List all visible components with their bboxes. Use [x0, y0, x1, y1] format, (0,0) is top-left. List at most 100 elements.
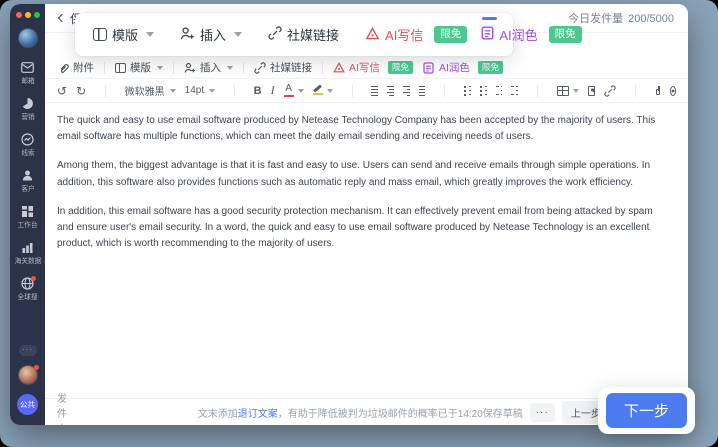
divider: [243, 62, 244, 74]
pie-chart-icon: [21, 97, 34, 110]
public-badge[interactable]: 公共: [17, 394, 38, 415]
align-center-button[interactable]: [387, 86, 394, 96]
font-size-select[interactable]: 14pt: [185, 85, 215, 96]
template-button[interactable]: 模版: [115, 60, 163, 75]
sidebar-item-customers[interactable]: 客户: [21, 169, 35, 194]
ai-write-button-highlight[interactable]: AI写信 限免: [365, 25, 467, 44]
image-button[interactable]: [588, 86, 595, 96]
onboarding-step-indicator: [482, 17, 497, 20]
caret-down-icon: [234, 32, 242, 37]
bullet-list-button[interactable]: [464, 86, 471, 96]
italic-button[interactable]: I: [271, 83, 275, 98]
format-bar: ↺ ↻ 微软雅黑 14pt B I A: [45, 78, 688, 103]
divider: [444, 85, 445, 97]
minimize-button[interactable]: [25, 12, 31, 18]
ai-polish-button[interactable]: AI润色 限免: [423, 60, 503, 75]
caret-down-icon: [170, 89, 176, 93]
bar-chart-icon: [21, 241, 34, 254]
free-badge: 限免: [434, 26, 467, 43]
outdent-button[interactable]: [496, 86, 503, 96]
align-right-button[interactable]: [403, 86, 410, 96]
table-icon: [557, 86, 569, 96]
social-link-button-highlight[interactable]: 社媒链接: [268, 25, 339, 44]
align-justify-button[interactable]: [419, 86, 426, 96]
tip-prefix: 文末添加: [198, 409, 238, 420]
redo-button[interactable]: ↻: [76, 85, 86, 97]
sidebar-item-leads[interactable]: 线索: [21, 133, 35, 158]
insert-link-button[interactable]: [604, 85, 616, 97]
tip-suffix: ，有助于降低被判为垃圾邮件的概率: [278, 409, 438, 420]
app-window: 邮箱 营销 线索 客户: [10, 4, 688, 425]
notification-dot: [31, 276, 36, 281]
zoom-button[interactable]: [34, 12, 40, 18]
sender-label: 发件人:: [57, 390, 70, 426]
close-button[interactable]: [16, 12, 22, 18]
unsubscribe-copy-link[interactable]: 退订文案: [238, 409, 278, 420]
workbench-grid-icon: [21, 205, 34, 218]
caret-down-icon: [157, 66, 163, 70]
social-link-button[interactable]: 社媒链接: [254, 60, 312, 75]
ai-polish-icon: [423, 62, 435, 74]
sidebar-item-label: 工作台: [18, 220, 38, 230]
more-actions-button[interactable]: ···: [530, 403, 555, 422]
sidebar-item-global-search[interactable]: 全球搜: [17, 277, 38, 302]
footer-bar: 发件人: 文末添加退订文案，有助于降低被判为垃圾邮件的概率 已于14:20保存草…: [45, 398, 688, 425]
attachment-button[interactable]: 附件: [57, 60, 94, 75]
quota-label: 今日发件量: [568, 13, 623, 25]
print-button[interactable]: [655, 86, 661, 96]
ai-write-label: AI写信: [385, 25, 423, 44]
editor-toolbar: 附件 模版 插入 社媒链接: [45, 57, 688, 78]
ai-polish-button-highlight[interactable]: AI润色 限免: [481, 25, 581, 44]
font-family-select[interactable]: 微软雅黑: [125, 83, 176, 98]
template-label: 模版: [130, 60, 151, 75]
sidebar-item-label: 营销: [21, 112, 34, 122]
clear-format-button[interactable]: [670, 86, 676, 96]
sidebar-item-label: 海关数据: [14, 256, 41, 266]
trend-icon: [21, 133, 34, 146]
divider: [105, 85, 106, 97]
notification-dot: [34, 365, 39, 370]
next-step-button[interactable]: 下一步: [606, 393, 687, 428]
template-button-highlight[interactable]: 模版: [93, 25, 154, 44]
sidebar-item-mailbox[interactable]: 邮箱: [21, 61, 35, 86]
quota-total: /5000: [646, 13, 674, 25]
sidebar-item-label: 邮箱: [21, 76, 34, 86]
attachment-label: 附件: [73, 60, 94, 75]
email-body-editor[interactable]: The quick and easy to use email software…: [45, 103, 688, 398]
link-icon: [254, 62, 266, 74]
draft-saved-status: 已于14:20保存草稿: [438, 405, 523, 420]
mail-icon: [21, 61, 34, 74]
onboarding-next-card: 下一步: [598, 387, 695, 434]
ai-polish-label: AI润色: [499, 25, 537, 44]
ai-write-button[interactable]: AI写信 限免: [333, 60, 413, 75]
template-icon: [93, 28, 107, 41]
divider: [234, 85, 235, 97]
customer-icon: [21, 169, 34, 182]
highlight-color-button[interactable]: [313, 87, 333, 95]
caret-down-icon: [146, 32, 154, 37]
sidebar-item-customs-data[interactable]: 海关数据: [14, 241, 42, 266]
bold-button[interactable]: B: [254, 85, 262, 97]
sidebar-item-label: 客户: [21, 184, 34, 194]
account-avatar[interactable]: [18, 365, 38, 385]
onboarding-toolbar-panel: 模版 插入 社媒链接 AI写信 限免 AI润色 限免: [75, 13, 513, 56]
sidebar: 邮箱 营销 线索 客户: [10, 4, 45, 425]
table-button[interactable]: [557, 86, 579, 96]
divider: [537, 85, 538, 97]
sidebar-more-button[interactable]: ···: [19, 345, 37, 356]
indent-button[interactable]: [511, 86, 518, 96]
ai-polish-label: AI润色: [439, 60, 470, 75]
insert-label: 插入: [200, 25, 226, 44]
user-avatar[interactable]: [18, 28, 38, 48]
sidebar-item-marketing[interactable]: 营销: [21, 97, 35, 122]
align-left-button[interactable]: [371, 86, 378, 96]
sidebar-nav: 邮箱 营销 线索 客户: [14, 61, 42, 313]
font-color-button[interactable]: A: [284, 84, 304, 97]
paragraph: Among them, the biggest advantage is tha…: [57, 158, 672, 190]
insert-button[interactable]: 插入: [184, 60, 233, 75]
sidebar-item-workbench[interactable]: 工作台: [17, 205, 38, 230]
undo-button[interactable]: ↺: [57, 85, 67, 97]
paperclip-icon: [57, 62, 69, 74]
insert-button-highlight[interactable]: 插入: [180, 25, 242, 44]
ordered-list-button[interactable]: [480, 86, 487, 96]
